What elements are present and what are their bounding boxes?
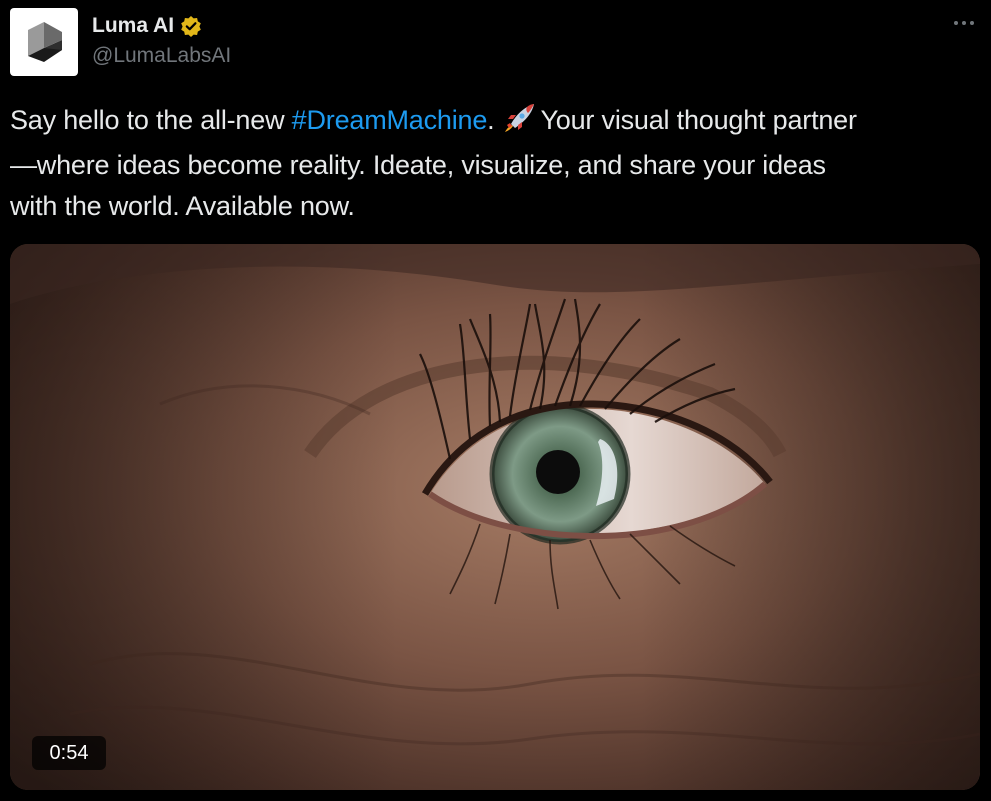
tweet: Luma AI @LumaLabsAI Say hello to the all… [0,0,991,801]
video-thumbnail-eye [10,244,980,790]
hashtag-link[interactable]: #DreamMachine [292,105,488,135]
more-dot-icon [962,21,966,25]
video-player[interactable] [10,244,980,790]
more-dot-icon [970,21,974,25]
avatar[interactable] [10,8,78,76]
more-options-button[interactable] [944,8,984,38]
verified-badge-icon[interactable] [180,15,202,37]
tweet-text-line-2: —where ideas become reality. Ideate, vis… [10,150,826,180]
text-segment: Your visual thought partner [540,105,857,135]
display-name[interactable]: Luma AI [92,14,174,38]
more-dot-icon [954,21,958,25]
text-segment: Say hello to the all-new [10,105,292,135]
rocket-icon [502,103,536,145]
tweet-text-line-1: Say hello to the all-new #DreamMachine. … [10,100,982,145]
luma-logo-icon [28,22,62,62]
text-segment: . [487,105,495,135]
tweet-text: Say hello to the all-new #DreamMachine. … [10,100,982,227]
name-row: Luma AI [92,10,202,42]
account-handle[interactable]: @LumaLabsAI [92,44,231,68]
tweet-text-line-3: with the world. Available now. [10,191,355,221]
video-duration-badge: 0:54 [32,736,106,770]
